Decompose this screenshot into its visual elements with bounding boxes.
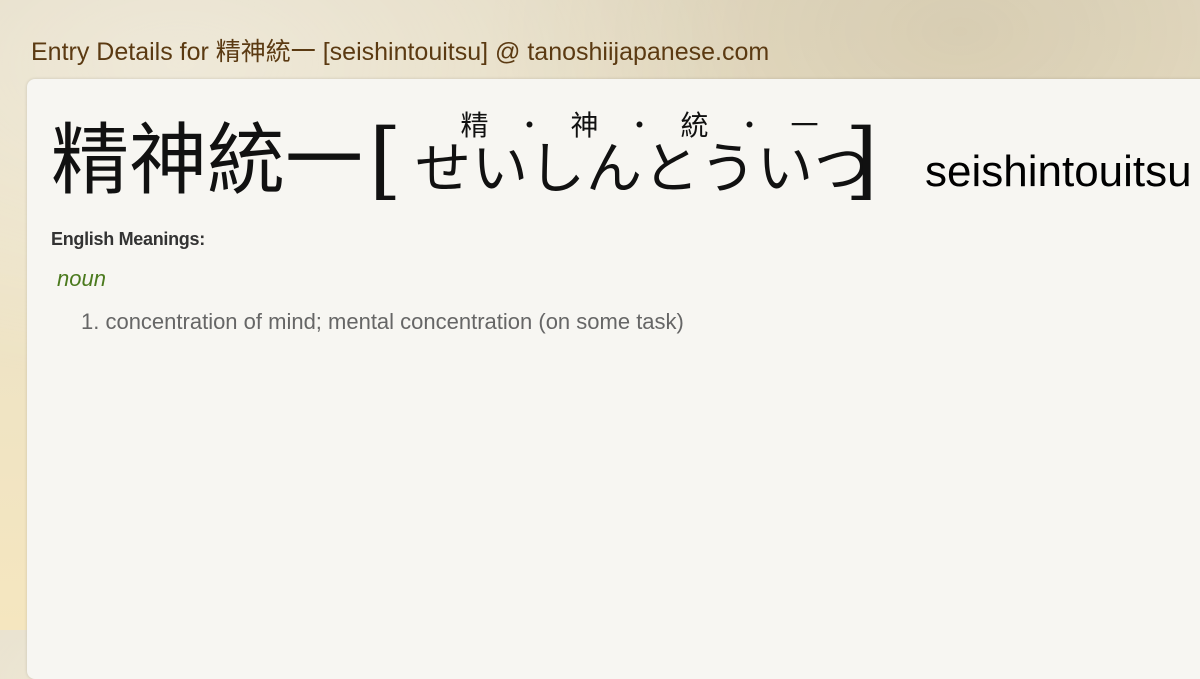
entry-kana-reading: せいしんとういつ	[415, 137, 871, 202]
reading-bracket-open: [	[369, 111, 402, 209]
page-title: Entry Details for 精神統一 [seishintouitsu] …	[31, 38, 770, 66]
entry-kanji: 精神統一	[51, 116, 364, 206]
entry-card: 精神統一 [ 精 ・ 神 ・ 統 ・ 一 せいしんとういつ ] seishint…	[27, 79, 1200, 679]
entry-romaji: seishintouitsu	[925, 147, 1192, 196]
part-of-speech: noun	[57, 266, 106, 291]
english-meanings-label: English Meanings:	[51, 229, 205, 249]
meaning-item: 1. concentration of mind; mental concent…	[81, 309, 684, 334]
reading-bracket-close: ]	[845, 111, 878, 209]
